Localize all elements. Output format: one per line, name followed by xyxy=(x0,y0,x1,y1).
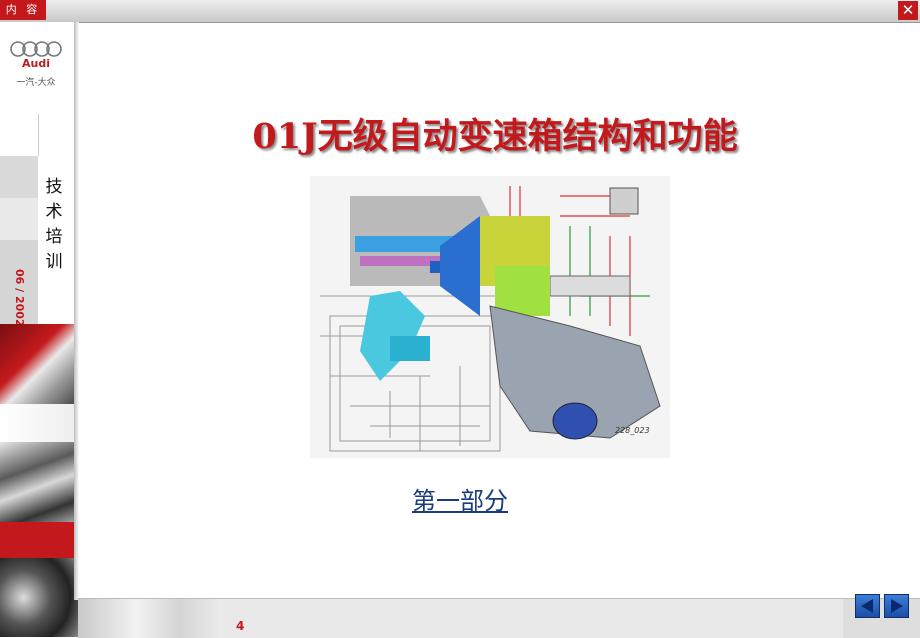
arrow-left-icon[interactable] xyxy=(855,594,880,618)
sidebar-shadow xyxy=(74,22,79,600)
sidebar-accent-block xyxy=(0,522,78,558)
transmission-diagram: 228_023 xyxy=(310,176,670,458)
category-label: 技术培训 xyxy=(45,177,63,272)
contents-tab[interactable]: 内 容 xyxy=(0,0,46,20)
arrow-right-icon[interactable] xyxy=(884,594,909,618)
sidebar-photo xyxy=(0,558,78,637)
sidebar-photo xyxy=(0,324,78,404)
brand-label: Audi xyxy=(22,57,50,70)
sidebar-panel xyxy=(0,114,39,156)
footer-bar: 4 xyxy=(78,598,920,638)
footer-photo xyxy=(78,599,223,638)
part-one-link[interactable]: 第一部分 xyxy=(360,481,560,516)
sidebar-panel xyxy=(0,156,38,198)
close-icon[interactable]: ✕ xyxy=(898,1,918,20)
brand-subtitle: 一汽-大众 xyxy=(16,78,56,88)
sidebar-photo xyxy=(0,442,78,522)
sidebar: Audi 一汽-大众 技术培训 06 / 2002 xyxy=(0,22,78,637)
diagram-caption: 228_023 xyxy=(615,426,650,435)
slide-title: 01J无级自动变速箱结构和功能 xyxy=(252,116,738,157)
sidebar-panel xyxy=(0,198,38,240)
top-toolbar: 内 容 ✕ xyxy=(0,0,920,23)
page-number: 4 xyxy=(236,619,245,633)
sidebar-photo xyxy=(0,404,78,442)
